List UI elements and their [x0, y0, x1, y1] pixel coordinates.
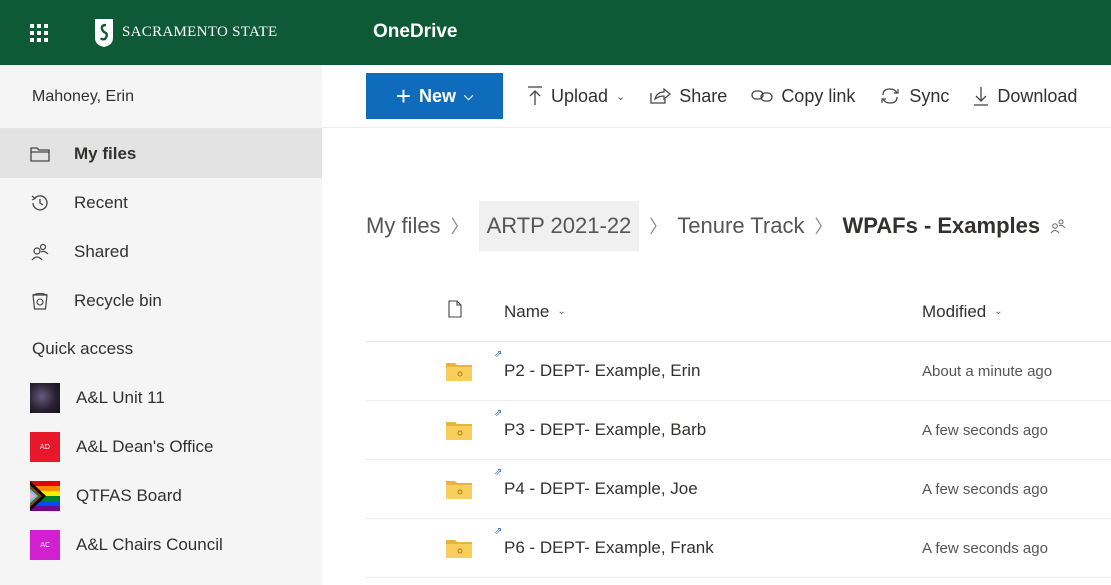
- modified-header-label: Modified: [922, 301, 987, 321]
- upload-icon: [527, 86, 543, 106]
- shared-indicator-icon: ⇗: [494, 408, 503, 419]
- copy-link-label: Copy link: [781, 85, 856, 106]
- modified-value: A few seconds ago: [922, 539, 1048, 557]
- quick-access-title: Quick access: [32, 339, 134, 358]
- sync-icon: [879, 86, 901, 106]
- chevron-right-icon: 〉: [450, 217, 469, 237]
- clock-icon: [30, 193, 50, 213]
- modified-value: A few seconds ago: [922, 480, 1048, 498]
- file-name: P2 - DEPT- Example, Erin: [504, 361, 701, 380]
- sidebar-item-label: Recent: [74, 192, 128, 212]
- breadcrumb-my-files[interactable]: My files: [366, 213, 441, 239]
- org-name: SACRAMENTO STATE: [122, 24, 278, 40]
- quick-access-label: A&L Unit 11: [76, 387, 165, 407]
- file-name: P3 - DEPT- Example, Barb: [504, 420, 707, 439]
- upload-button[interactable]: Upload ⌄: [527, 86, 625, 107]
- sidebar-item-label: Shared: [74, 241, 129, 261]
- breadcrumb-artp[interactable]: ARTP 2021-22: [478, 201, 640, 251]
- folder-icon: [30, 144, 50, 164]
- shared-people-icon: [1050, 218, 1066, 234]
- new-button-label: New: [419, 85, 457, 106]
- table-row[interactable]: ⇗ P3 - DEPT- Example, Barb A few seconds…: [366, 401, 1111, 460]
- command-bar: + New ⌵ Upload ⌄ Share Copy link Sync Do…: [322, 65, 1111, 128]
- sidebar-item-recycle-bin[interactable]: Recycle bin: [0, 276, 322, 325]
- modified-column-header[interactable]: Modified ⌄: [922, 302, 1111, 322]
- chevron-down-icon: ⌄: [616, 90, 626, 103]
- site-thumbnail: [30, 382, 60, 413]
- file-name: P4 - DEPT- Example, Joe: [504, 479, 698, 498]
- modified-value: A few seconds ago: [922, 421, 1048, 439]
- site-thumbnail: AD: [30, 431, 60, 462]
- share-icon: [649, 87, 672, 105]
- quick-access-label: QTFAS Board: [76, 485, 182, 505]
- file-type-header[interactable]: [366, 300, 494, 323]
- quick-access-label: A&L Dean's Office: [76, 436, 214, 456]
- shared-folder-icon: [446, 540, 472, 558]
- sac-state-shield-icon: [95, 18, 113, 47]
- people-icon: [30, 242, 50, 262]
- chevron-down-icon: ⌄: [994, 306, 1003, 317]
- sidebar: Mahoney, Erin My files Recent Shared Rec…: [0, 65, 322, 585]
- file-name-link[interactable]: ⇗ P2 - DEPT- Example, Erin: [494, 349, 701, 381]
- shared-indicator-icon: ⇗: [494, 349, 503, 360]
- pride-flag-thumbnail: [30, 480, 60, 511]
- quick-access-label: A&L Chairs Council: [76, 534, 223, 554]
- sidebar-item-label: My files: [74, 143, 137, 163]
- breadcrumb-tenure-track[interactable]: Tenure Track: [677, 213, 804, 239]
- breadcrumb: My files 〉 ARTP 2021-22 〉 Tenure Track 〉…: [366, 200, 1066, 252]
- link-icon: [751, 88, 773, 104]
- quick-access-item[interactable]: QTFAS Board: [0, 471, 322, 520]
- file-name-link[interactable]: ⇗ P6 - DEPT- Example, Frank: [494, 526, 714, 558]
- app-launcher-icon[interactable]: [28, 22, 50, 44]
- modified-value: About a minute ago: [922, 362, 1053, 380]
- top-bar: SACRAMENTO STATE OneDrive: [0, 0, 1111, 65]
- sidebar-item-recent[interactable]: Recent: [0, 178, 322, 227]
- copy-link-button[interactable]: Copy link: [751, 86, 855, 107]
- share-button[interactable]: Share: [649, 86, 727, 107]
- quick-access-item[interactable]: AD A&L Dean's Office: [0, 422, 322, 471]
- share-label: Share: [679, 85, 728, 106]
- file-name-link[interactable]: ⇗ P4 - DEPT- Example, Joe: [494, 467, 698, 499]
- file-list: Name ⌄ Modified ⌄ ⇗ P2 - DEPT- Example, …: [366, 282, 1111, 578]
- site-thumbnail: AC: [30, 529, 60, 560]
- table-row[interactable]: ⇗ P2 - DEPT- Example, Erin About a minut…: [366, 342, 1111, 401]
- chevron-right-icon: 〉: [649, 217, 668, 237]
- shared-folder-icon: [446, 363, 472, 381]
- document-icon: [448, 300, 462, 323]
- name-column-header[interactable]: Name ⌄: [504, 302, 934, 322]
- shared-folder-icon: [446, 422, 472, 440]
- user-name: Mahoney, Erin: [0, 65, 322, 129]
- new-button[interactable]: + New ⌵: [366, 73, 503, 119]
- list-header: Name ⌄ Modified ⌄: [366, 282, 1111, 342]
- org-logo[interactable]: SACRAMENTO STATE: [94, 18, 277, 48]
- download-label: Download: [997, 85, 1078, 106]
- name-header-label: Name: [504, 301, 550, 321]
- file-name: P6 - DEPT- Example, Frank: [504, 538, 714, 557]
- table-row[interactable]: ⇗ P6 - DEPT- Example, Frank A few second…: [366, 519, 1111, 578]
- breadcrumb-current-folder: WPAFs - Examples: [842, 213, 1041, 238]
- chevron-right-icon: 〉: [814, 217, 833, 237]
- chevron-down-icon: ⌵: [464, 88, 474, 103]
- shared-indicator-icon: ⇗: [494, 467, 503, 478]
- quick-access-item[interactable]: AC A&L Chairs Council: [0, 520, 322, 569]
- quick-access-item[interactable]: A&L Unit 11: [0, 373, 322, 422]
- plus-icon: +: [395, 81, 412, 111]
- download-icon: [973, 86, 989, 106]
- sync-button[interactable]: Sync: [879, 86, 949, 107]
- download-button[interactable]: Download: [973, 86, 1077, 107]
- trash-icon: [30, 291, 50, 311]
- sidebar-item-my-files[interactable]: My files: [0, 129, 322, 178]
- table-row[interactable]: ⇗ P4 - DEPT- Example, Joe A few seconds …: [366, 460, 1111, 519]
- sidebar-item-shared[interactable]: Shared: [0, 227, 322, 276]
- shared-folder-icon: [446, 481, 472, 499]
- sync-label: Sync: [909, 85, 950, 106]
- file-name-link[interactable]: ⇗ P3 - DEPT- Example, Barb: [494, 408, 707, 440]
- shared-indicator-icon: ⇗: [494, 526, 503, 537]
- sidebar-item-label: Recycle bin: [74, 290, 162, 310]
- app-name[interactable]: OneDrive: [373, 21, 457, 43]
- upload-label: Upload: [551, 85, 609, 106]
- chevron-down-icon: ⌄: [557, 306, 566, 317]
